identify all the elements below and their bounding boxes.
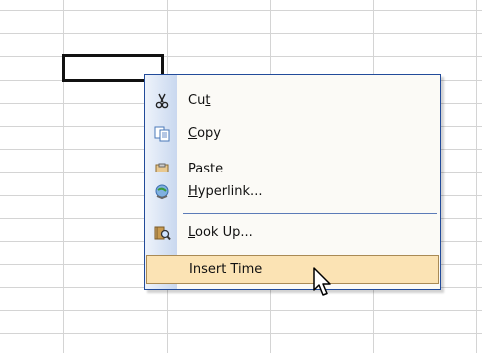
look-up-icon [153,224,171,242]
scissors-icon [153,92,171,110]
menu-item-insert-time[interactable]: Insert Time [146,255,439,284]
menu-item-cut[interactable]: Cut [145,85,440,117]
menu-item-label: Copy [188,126,221,141]
paste-icon [153,163,171,172]
menu-item-paste[interactable]: Paste [145,161,440,172]
menu-item-label: Paste [188,162,224,172]
menu-item-look-up[interactable]: Look Up... [145,217,440,249]
menu-item-label: Insert Time [189,262,263,277]
context-menu: Cut Copy Paste Hyperlink... Look Up... I… [144,74,441,290]
menu-item-label: Cut [188,93,211,108]
menu-item-hyperlink[interactable]: Hyperlink... [145,176,440,208]
menu-item-label: Hyperlink... [188,184,263,199]
menu-separator [183,213,437,214]
copy-icon [153,125,171,143]
hyperlink-icon [153,183,171,201]
menu-item-copy[interactable]: Copy [145,118,440,150]
mouse-cursor-icon [313,267,331,296]
menu-item-label: Look Up... [188,225,253,240]
